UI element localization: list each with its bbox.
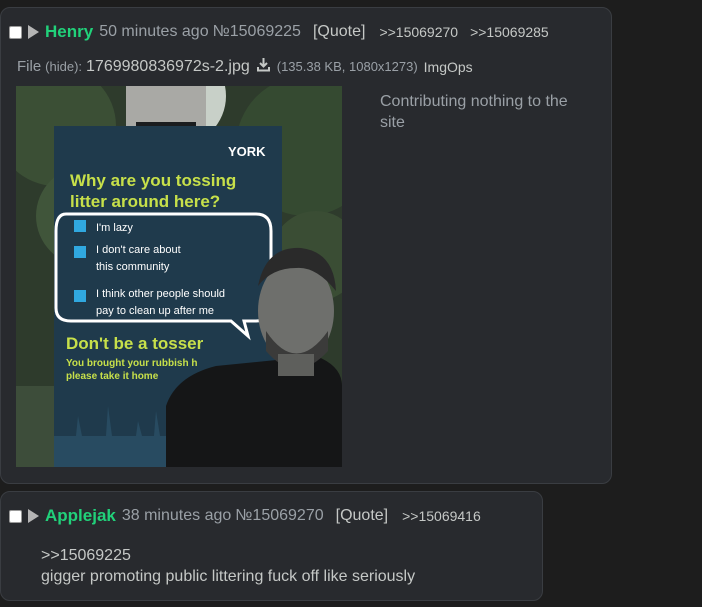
checkbox-icon[interactable] [9,25,22,39]
post-number-link[interactable]: №15069270 [235,507,323,525]
file-label: File [17,58,42,75]
sign-option-1: I'm lazy [96,222,133,234]
quote-link[interactable]: [Quote] [313,23,365,41]
file-info: File (hide): 1769980836972s-2.jpg (135.3… [17,57,473,76]
backlink[interactable]: >>15069285 [470,24,549,40]
checkbox-icon[interactable] [9,509,22,523]
post-number-link[interactable]: №15069225 [213,23,301,41]
quote-reference-link[interactable]: >>15069225 [41,545,415,566]
post-15069270: Applejak 38 minutes ago №15069270 [Quote… [0,491,543,601]
sign-footer-2: please take it home [66,371,159,382]
sign-option-3b: pay to clean up after me [96,305,214,317]
post-comment-text: gigger promoting public littering fuck o… [41,568,416,585]
file-meta: (135.38 KB, 1080x1273) [276,59,418,74]
hide-link[interactable]: (hide): [45,59,82,74]
poster-name: Applejak [45,506,116,525]
backlink[interactable]: >>15069416 [402,508,481,524]
post-header: Applejak 38 minutes ago №15069270 [Quote… [9,506,493,526]
download-icon[interactable] [256,57,271,76]
sign-option-3a: I think other people should [96,288,225,300]
sign-logo: YORK [228,144,266,159]
post-image-thumbnail[interactable]: YORK Why are you tossing litter around h… [16,86,342,467]
post-comment: >>15069225 gigger promoting public litte… [41,545,415,587]
post-time: 38 minutes ago [121,507,232,524]
imgops-link[interactable]: ImgOps [424,59,473,75]
sign-footer-1: You brought your rubbish h [66,358,197,369]
file-name-link[interactable]: 1769980836972s-2.jpg [86,58,250,76]
quote-link[interactable]: [Quote] [336,507,388,525]
post-menu-triangle-icon[interactable] [28,25,39,39]
post-comment: Contributing nothing to the site [380,93,568,131]
sign-question-line1: Why are you tossing [70,171,236,190]
sign-option-2b: this community [96,261,170,273]
sign-slogan: Don't be a tosser [66,334,204,353]
post-header: Henry 50 minutes ago №15069225 [Quote] >… [9,22,561,42]
sign-option-2a: I don't care about [96,244,181,256]
post-time: 50 minutes ago [99,23,209,40]
poster-name: Henry [45,22,94,41]
post-15069225: Henry 50 minutes ago №15069225 [Quote] >… [0,7,612,484]
backlink[interactable]: >>15069270 [379,24,458,40]
sign-question-line2: litter around here? [70,192,220,211]
post-menu-triangle-icon[interactable] [28,509,39,523]
